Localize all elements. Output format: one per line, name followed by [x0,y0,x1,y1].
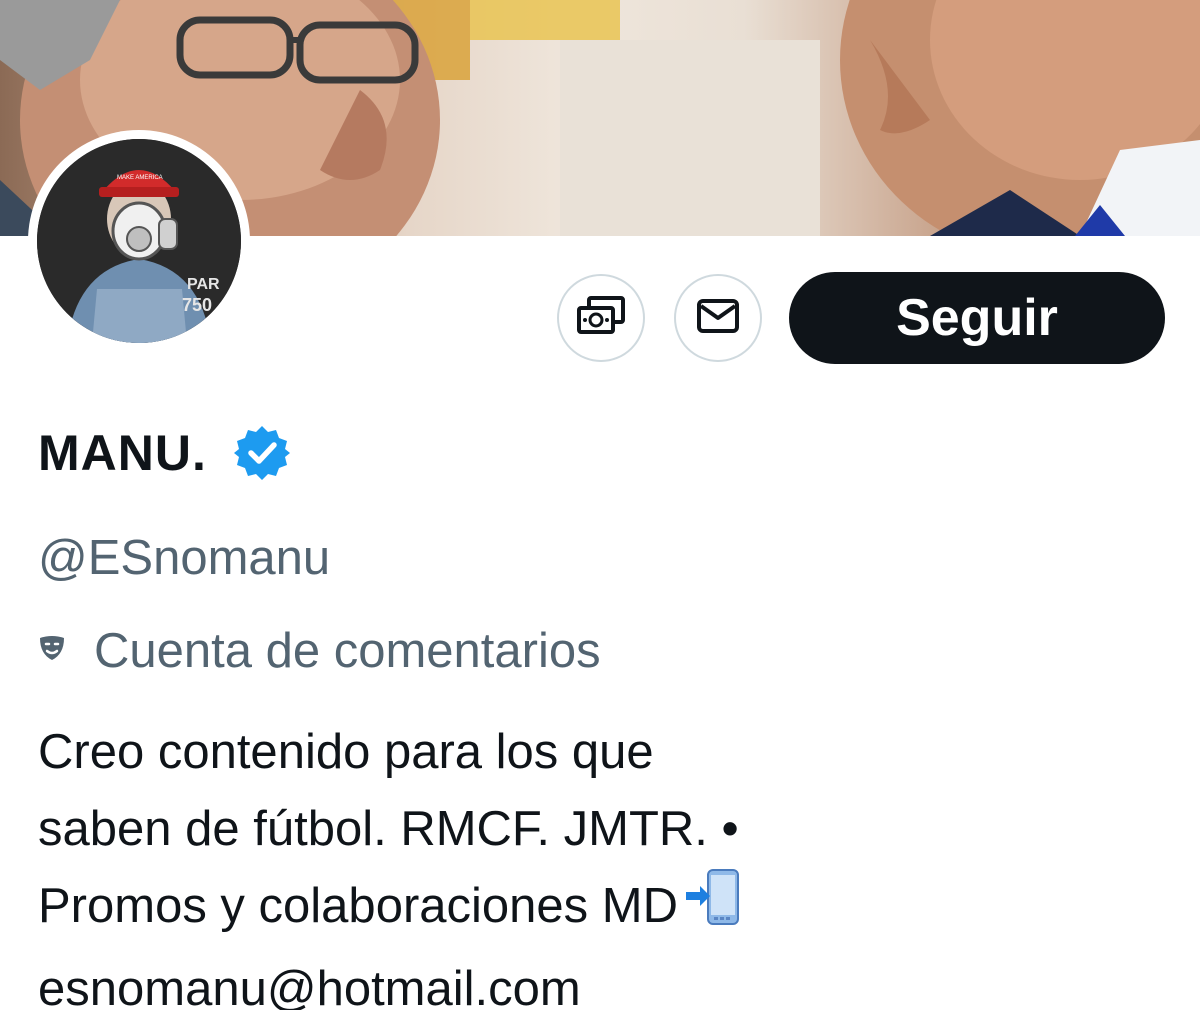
message-button[interactable] [674,274,762,362]
profile-bio: Creo contenido para los que saben de fút… [38,714,1178,1010]
mobile-phone-arrow-icon [684,868,744,951]
svg-text:750: 750 [182,295,212,315]
profile-page: PAR 750 MAKE AMERICA Seguir MANU. @ESnom… [0,0,1200,1010]
avatar[interactable]: PAR 750 MAKE AMERICA [28,130,250,352]
svg-text:PAR: PAR [187,276,220,293]
bio-line: Promos y colaboraciones MD [38,879,678,933]
display-name-row: MANU. [38,418,291,488]
username-handle: @ESnomanu [38,531,331,585]
avatar-image: PAR 750 MAKE AMERICA [37,139,241,343]
tip-button[interactable] [557,274,645,362]
verified-badge-icon[interactable] [233,424,291,482]
money-tip-icon [577,295,625,341]
profile-category: Cuenta de comentarios [38,620,601,682]
bio-line-promos: Promos y colaboraciones MD [38,868,1178,951]
envelope-icon [696,298,740,339]
theater-masks-icon [38,632,72,671]
bio-line: saben de fútbol. RMCF. JMTR. • [38,802,739,856]
display-name: MANU. [38,425,207,481]
follow-button[interactable]: Seguir [789,272,1165,364]
category-label: Cuenta de comentarios [94,624,601,678]
bio-email[interactable]: esnomanu@hotmail.com [38,951,1178,1010]
svg-text:MAKE AMERICA: MAKE AMERICA [117,175,163,181]
bio-line: Creo contenido para los que [38,725,654,779]
